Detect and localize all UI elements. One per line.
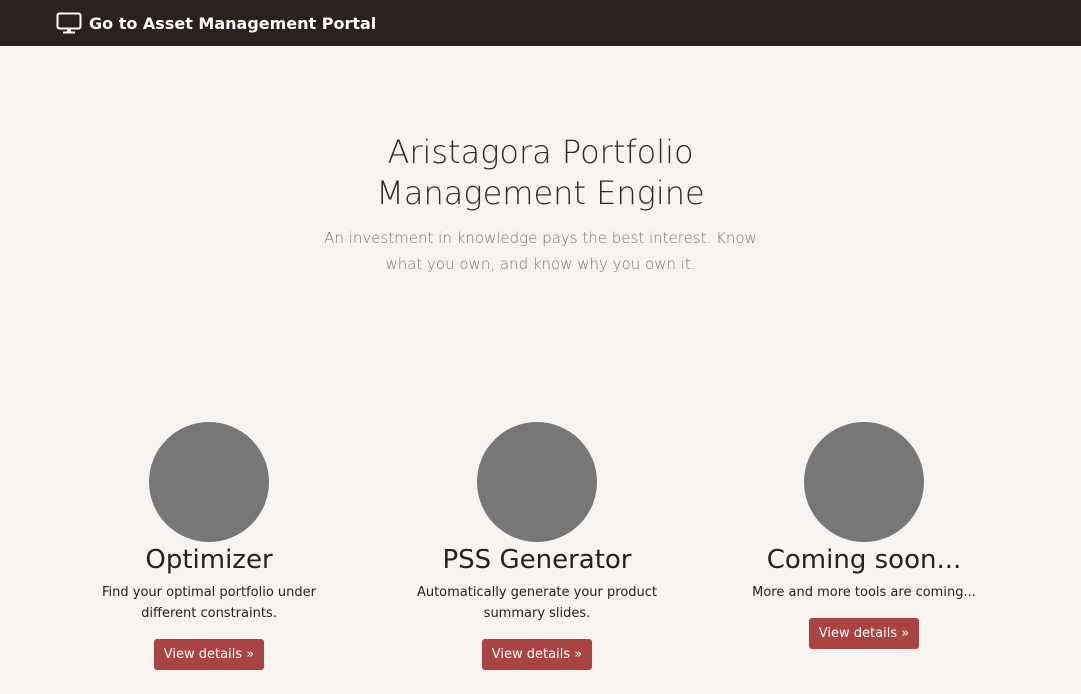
feature-description: More and more tools are coming... (752, 585, 976, 600)
feature-pss-generator: PSS Generator Automatically generate you… (377, 422, 697, 670)
optimizer-view-details-button[interactable]: View details » (153, 639, 265, 670)
top-navbar: Go to Asset Management Portal (0, 0, 1081, 46)
coming-soon-view-details-button[interactable]: View details » (808, 618, 920, 649)
feature-title: PSS Generator (442, 545, 632, 575)
hero-lead-text: An investment in knowledge pays the best… (324, 229, 757, 273)
feature-image-placeholder (477, 422, 597, 542)
page-title-line-2: Management Engine (376, 174, 705, 212)
page-title: Aristagora Portfolio Management Engine (331, 132, 751, 214)
asset-portal-link-label: Go to Asset Management Portal (89, 13, 377, 33)
feature-title: Optimizer (145, 545, 273, 575)
hero-section: Aristagora Portfolio Management Engine A… (0, 46, 1081, 277)
feature-description: Find your optimal portfolio under differ… (102, 585, 316, 621)
feature-optimizer: Optimizer Find your optimal portfolio un… (49, 422, 369, 670)
feature-description: Automatically generate your product summ… (416, 585, 658, 621)
feature-image-placeholder (149, 422, 269, 542)
feature-image-placeholder (804, 422, 924, 542)
asset-portal-link[interactable]: Go to Asset Management Portal (56, 12, 376, 34)
feature-title: Coming soon... (766, 545, 962, 575)
monitor-icon (56, 12, 82, 34)
pss-generator-view-details-button[interactable]: View details » (481, 639, 593, 670)
page-title-line-1: Aristagora Portfolio (387, 133, 694, 171)
feature-coming-soon: Coming soon... More and more tools are c… (704, 422, 1024, 649)
